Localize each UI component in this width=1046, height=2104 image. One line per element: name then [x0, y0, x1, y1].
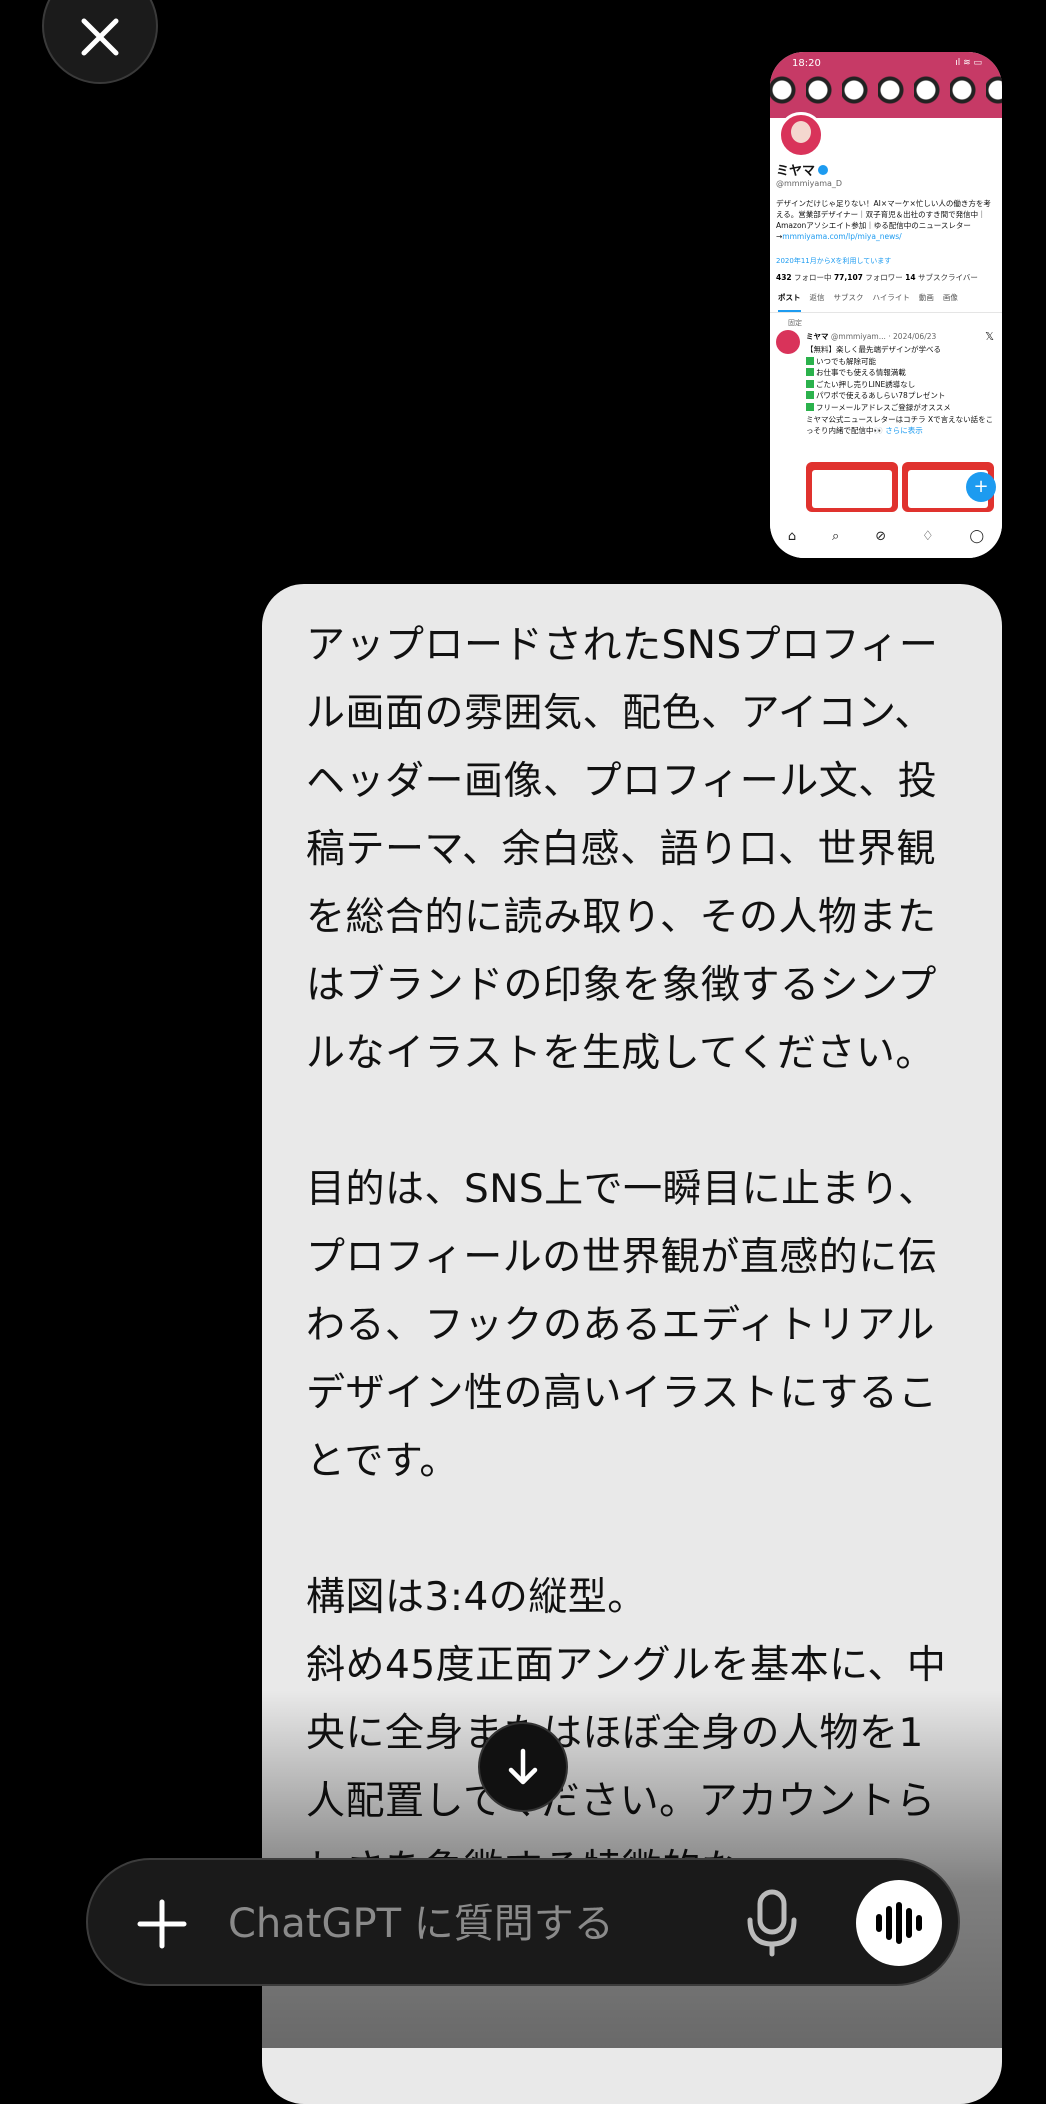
- arrow-down-icon: [508, 1748, 538, 1785]
- pinned-label: 固定: [788, 319, 802, 327]
- post-media-card: [806, 462, 898, 512]
- post-body: 【無料】楽しく最先端デザインが学べる いつでも解除可能 お仕事でも使える情報満載…: [806, 345, 994, 436]
- profile-joined: 2020年11月からXを利用しています: [776, 257, 892, 265]
- profile-handle: @mmmiyama_D: [776, 179, 843, 188]
- status-time: 18:20: [792, 58, 821, 69]
- search-icon: ⌕: [832, 528, 840, 544]
- close-button[interactable]: [42, 0, 158, 84]
- profile-header-image: 18:20 ıl ≋ ▭: [770, 52, 1002, 118]
- compose-fab-icon: +: [966, 472, 996, 502]
- voice-mode-icon: [876, 1902, 922, 1944]
- message-paragraph: 目的は、SNS上で一瞬目に止まり、プロフィールの世界観が直感的に伝わる、フックの…: [306, 1167, 938, 1484]
- attached-image-thumbnail[interactable]: 18:20 ıl ≋ ▭ ミヤマ @mmmiyama_D デザインだけじゃ足りな…: [770, 52, 1002, 558]
- profile-bio: デザインだけじゃ足りない！AI×マーケ×忙しい人の働き方を考える。営業部デザイナ…: [776, 199, 991, 241]
- message-paragraph: 構図は3:4の縦型。 斜め45度正面アングルを基本に、中央に全身またはほぼ全身の…: [306, 1575, 947, 1892]
- close-icon: [81, 18, 119, 56]
- tab-images: 画像: [942, 293, 958, 302]
- profile-avatar: [778, 112, 824, 158]
- profile-name: ミヤマ: [776, 160, 829, 179]
- profile-tabs: ポスト 返信 サブスク ハイライト 動画 画像: [770, 292, 1002, 313]
- check-icon: [806, 402, 814, 411]
- notifications-icon: ♢: [921, 528, 934, 544]
- messages-icon: ◯: [969, 528, 985, 544]
- check-icon: [806, 356, 814, 365]
- voice-mode-button[interactable]: [856, 1880, 942, 1966]
- profile-follow-stats: 432 フォロー中 77,107 フォロワー 14 サブスクライバー: [776, 273, 978, 282]
- post-header: ミヤマ @mmmiyam... · 2024/06/23: [806, 332, 937, 341]
- check-icon: [806, 379, 814, 388]
- check-icon: [806, 391, 814, 400]
- grok-icon: ⊘: [875, 528, 887, 544]
- tab-subscriptions: サブスク: [833, 293, 864, 302]
- plus-icon[interactable]: [132, 1894, 192, 1954]
- status-icons: ıl ≋ ▭: [955, 58, 982, 68]
- tab-replies: 返信: [809, 293, 825, 302]
- x-logo-icon: 𝕏: [985, 330, 994, 343]
- tab-posts: ポスト: [778, 292, 801, 312]
- bottom-nav: ⌂ ⌕ ⊘ ♢ ◯: [770, 514, 1002, 558]
- scroll-to-bottom-button[interactable]: [478, 1722, 568, 1812]
- message-input[interactable]: ChatGPT に質問する: [228, 1894, 614, 1954]
- microphone-icon[interactable]: [744, 1888, 800, 1958]
- message-paragraph: アップロードされたSNSプロフィール画面の雰囲気、配色、アイコン、ヘッダー画像、…: [306, 623, 939, 1076]
- tab-videos: 動画: [918, 293, 934, 302]
- tab-highlights: ハイライト: [872, 293, 910, 302]
- verified-badge-icon: [818, 165, 829, 175]
- chat-composer[interactable]: ChatGPT に質問する: [86, 1858, 960, 1986]
- home-icon: ⌂: [787, 528, 797, 544]
- profile-bio-link: mmmiyama.com/lp/miya_news/: [782, 232, 902, 241]
- post-avatar: [776, 330, 800, 354]
- check-icon: [806, 368, 814, 377]
